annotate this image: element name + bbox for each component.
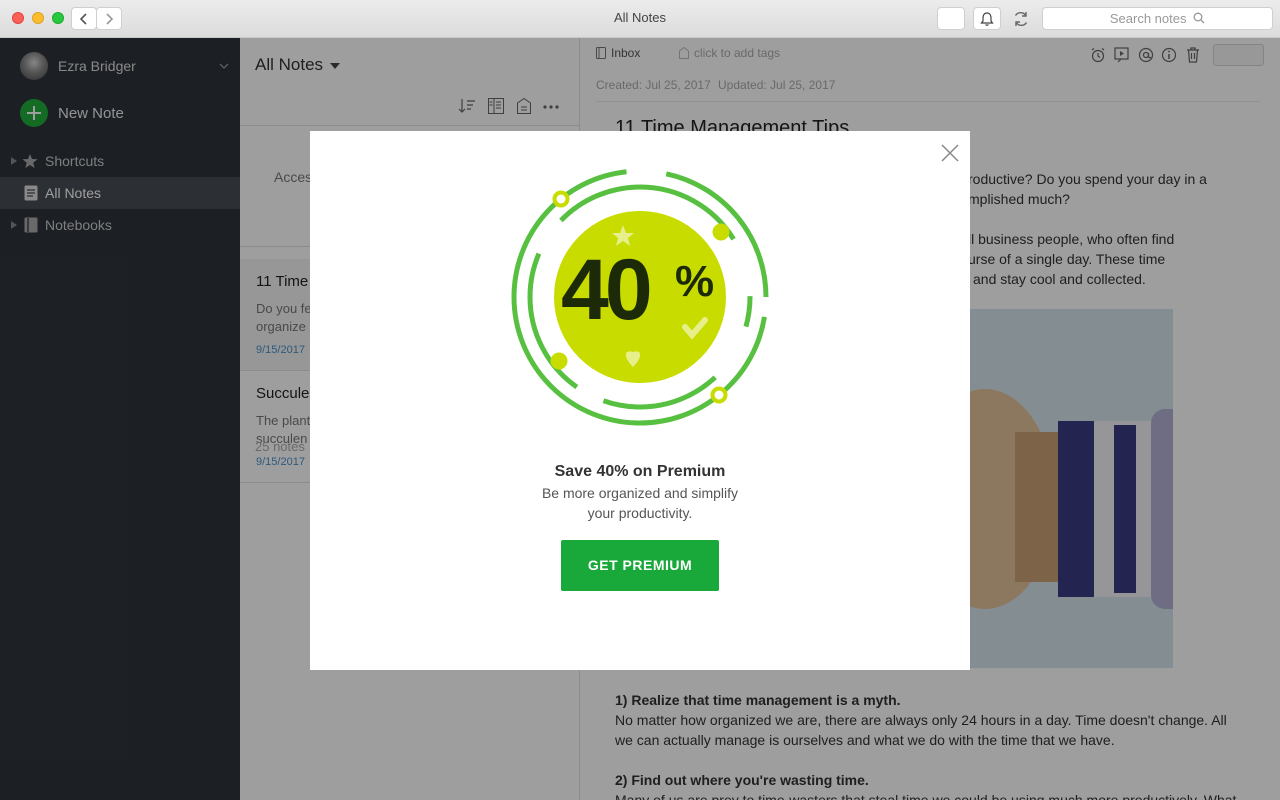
- title-bar: All Notes Search notes: [0, 0, 1280, 38]
- search-input[interactable]: Search notes: [1042, 7, 1273, 30]
- modal-headline: Save 40% on Premium: [554, 463, 726, 480]
- modal-subtext: Be more organized and simplify: [541, 485, 739, 501]
- discount-number: 40: [561, 242, 653, 338]
- close-icon[interactable]: [941, 144, 959, 162]
- search-icon: [1193, 12, 1205, 24]
- notifications-button[interactable]: [973, 7, 1001, 30]
- modal-subtext: your productivity.: [587, 505, 693, 521]
- toolbar-blank-button[interactable]: [937, 7, 965, 30]
- get-premium-button[interactable]: GET PREMIUM: [561, 540, 719, 591]
- search-placeholder: Search notes: [1109, 11, 1187, 26]
- sync-icon[interactable]: [1012, 10, 1030, 28]
- premium-modal: 40 % Save 40% on Premium Be more organiz…: [310, 131, 970, 670]
- discount-percent: %: [675, 257, 715, 306]
- bell-icon: [980, 12, 994, 26]
